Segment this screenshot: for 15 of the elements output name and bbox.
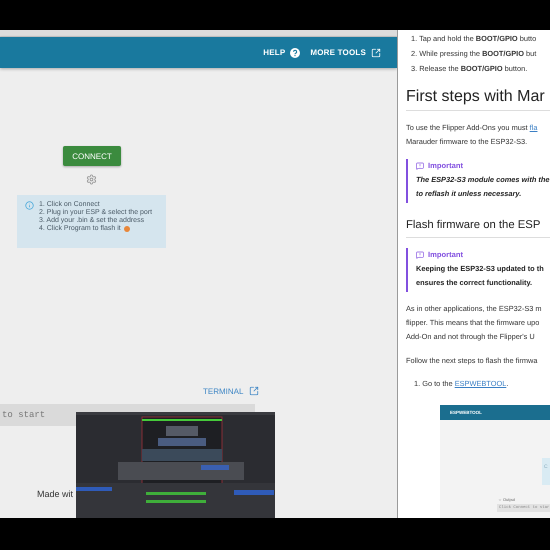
header-link[interactable]: HELP xyxy=(263,48,300,58)
callout-icon xyxy=(416,250,424,258)
footer-text: Made wit xyxy=(37,489,74,499)
external-link-icon xyxy=(371,48,381,58)
section-heading: First steps with Mar xyxy=(406,88,550,111)
external-link-icon xyxy=(249,386,260,396)
settings-icon[interactable] xyxy=(86,174,97,185)
header-link[interactable]: MORE TOOLS xyxy=(310,48,381,58)
terminal-link[interactable]: TERMINAL xyxy=(203,386,260,396)
help-icon xyxy=(290,48,300,58)
info-icon xyxy=(25,201,34,210)
connect-button[interactable]: CONNECT xyxy=(63,146,121,166)
callout-icon xyxy=(416,162,424,170)
subsection-heading: Flash firmware on the ESP xyxy=(406,219,550,238)
emoji-icon xyxy=(124,226,130,232)
